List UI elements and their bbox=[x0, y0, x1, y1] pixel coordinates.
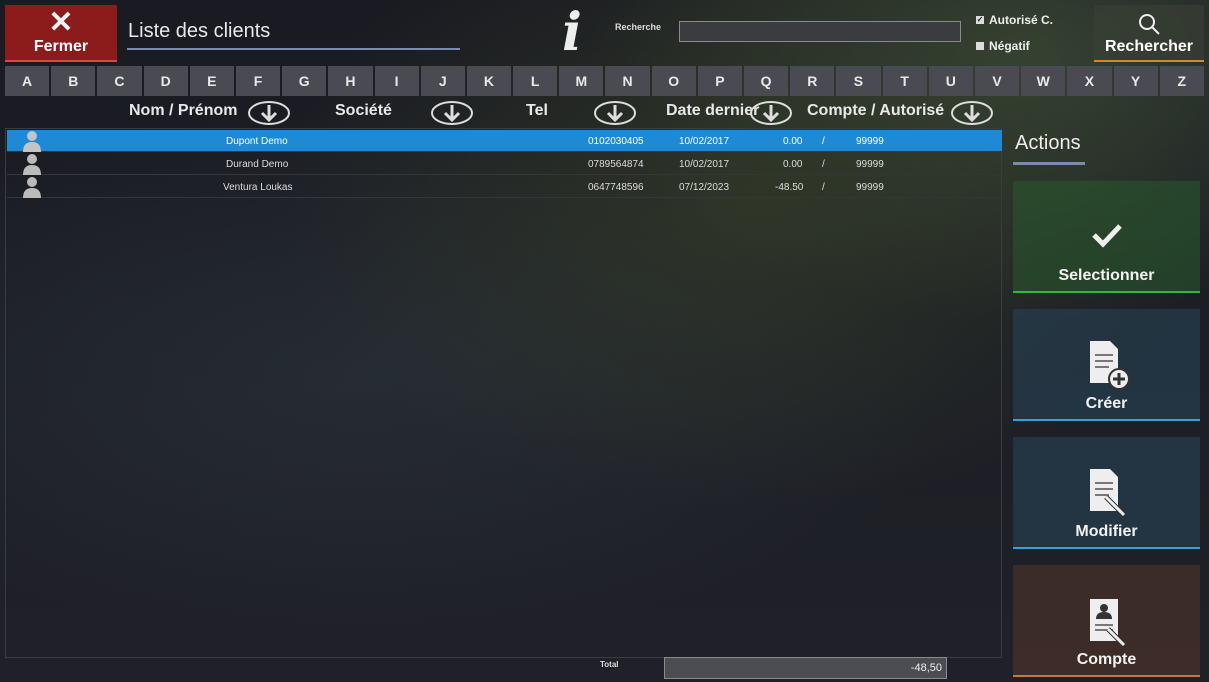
cell-balance: -48.50 bbox=[775, 182, 804, 193]
table-row[interactable]: Ventura Loukas 0647748596 07/12/2023 -48… bbox=[7, 176, 1002, 198]
letter-key-o[interactable]: O bbox=[651, 66, 696, 96]
cell-authorized: 99999 bbox=[856, 136, 884, 147]
sort-company-button[interactable] bbox=[430, 100, 474, 126]
cell-date: 07/12/2023 bbox=[679, 182, 730, 193]
letter-key-z[interactable]: Z bbox=[1159, 66, 1204, 96]
search-button-label: Rechercher bbox=[1104, 38, 1194, 55]
edit-document-icon bbox=[1089, 469, 1126, 517]
person-icon bbox=[23, 177, 41, 198]
info-icon[interactable]: i bbox=[558, 4, 586, 62]
column-date: Date dernier bbox=[666, 102, 760, 119]
account-label: Compte bbox=[1076, 651, 1137, 668]
sort-name-button[interactable] bbox=[247, 100, 291, 126]
search-icon bbox=[1139, 14, 1160, 35]
letter-key-q[interactable]: Q bbox=[744, 66, 789, 96]
cell-date: 10/02/2017 bbox=[679, 136, 730, 147]
new-document-icon bbox=[1089, 341, 1130, 390]
cell-balance: 0.00 bbox=[783, 136, 803, 147]
letter-key-l[interactable]: L bbox=[513, 66, 558, 96]
negatif-label: Négatif bbox=[989, 39, 1030, 53]
letter-key-m[interactable]: M bbox=[559, 66, 604, 96]
table-row[interactable]: Durand Demo 0789564874 10/02/2017 0.00 /… bbox=[7, 153, 1002, 175]
close-icon: ✕ bbox=[48, 5, 74, 39]
letter-key-a[interactable]: A bbox=[5, 66, 50, 96]
checkmark-icon bbox=[1091, 224, 1122, 248]
clients-table: Dupont Demo 0102030405 10/02/2017 0.00 /… bbox=[5, 128, 1002, 658]
close-button[interactable]: ✕ Fermer bbox=[5, 5, 117, 62]
letter-key-f[interactable]: F bbox=[235, 66, 281, 96]
create-label: Créer bbox=[1085, 395, 1128, 412]
actions-title: Actions bbox=[1015, 132, 1081, 154]
create-button[interactable]: Créer bbox=[1013, 309, 1200, 421]
cell-tel: 0647748596 bbox=[588, 182, 644, 193]
select-button[interactable]: Selectionner bbox=[1013, 181, 1200, 293]
total-field: -48,50 bbox=[664, 657, 947, 679]
letter-key-n[interactable]: N bbox=[605, 66, 650, 96]
checkbox-icon bbox=[976, 42, 984, 50]
cell-authorized: 99999 bbox=[856, 182, 884, 193]
letter-key-h[interactable]: H bbox=[328, 66, 373, 96]
sort-arrow-icon bbox=[431, 101, 473, 125]
cell-name: Durand Demo bbox=[226, 159, 289, 170]
autorise-label: Autorisé C. bbox=[989, 13, 1054, 27]
search-button[interactable]: Rechercher bbox=[1094, 5, 1204, 62]
letter-key-x[interactable]: X bbox=[1067, 66, 1112, 96]
letter-key-g[interactable]: G bbox=[282, 66, 327, 96]
negatif-checkbox[interactable]: Négatif bbox=[976, 39, 1030, 53]
column-tel: Tel bbox=[526, 102, 548, 119]
modify-button[interactable]: Modifier bbox=[1013, 437, 1200, 549]
sort-account-button[interactable] bbox=[950, 100, 994, 126]
select-label: Selectionner bbox=[1058, 267, 1155, 284]
cell-separator: / bbox=[822, 136, 825, 147]
letter-key-b[interactable]: B bbox=[51, 66, 96, 96]
account-document-icon bbox=[1089, 599, 1126, 647]
letter-key-s[interactable]: S bbox=[836, 66, 881, 96]
letter-key-e[interactable]: E bbox=[189, 66, 234, 96]
letter-key-i[interactable]: I bbox=[374, 66, 419, 96]
person-icon bbox=[23, 154, 41, 175]
column-company: Société bbox=[335, 102, 392, 119]
cell-tel: 0102030405 bbox=[588, 136, 644, 147]
cell-separator: / bbox=[822, 159, 825, 170]
sort-arrow-icon bbox=[248, 101, 290, 125]
cell-name: Dupont Demo bbox=[226, 136, 288, 147]
letter-key-k[interactable]: K bbox=[466, 66, 512, 96]
search-label: Recherche bbox=[615, 22, 662, 32]
cell-balance: 0.00 bbox=[783, 159, 803, 170]
alphabet-filter: ABCDEFGHIJKLMNOPQRSTUVWXYZ bbox=[5, 66, 1204, 96]
person-icon bbox=[23, 131, 41, 152]
actions-underline bbox=[1013, 162, 1085, 165]
cell-name: Ventura Loukas bbox=[223, 182, 293, 193]
sort-arrow-icon bbox=[750, 101, 792, 125]
sort-tel-button[interactable] bbox=[593, 100, 637, 126]
letter-key-v[interactable]: V bbox=[974, 66, 1020, 96]
cell-tel: 0789564874 bbox=[588, 159, 644, 170]
table-row[interactable]: Dupont Demo 0102030405 10/02/2017 0.00 /… bbox=[7, 130, 1002, 152]
column-account: Compte / Autorisé bbox=[807, 102, 945, 119]
cell-separator: / bbox=[822, 182, 825, 193]
letter-key-t[interactable]: T bbox=[882, 66, 927, 96]
letter-key-p[interactable]: P bbox=[697, 66, 742, 96]
sort-arrow-icon bbox=[594, 101, 636, 125]
letter-key-w[interactable]: W bbox=[1021, 66, 1066, 96]
sort-date-button[interactable] bbox=[749, 100, 793, 126]
close-label: Fermer bbox=[33, 37, 89, 55]
modify-label: Modifier bbox=[1075, 523, 1138, 540]
total-label: Total bbox=[600, 660, 619, 669]
letter-key-c[interactable]: C bbox=[97, 66, 142, 96]
sort-arrow-icon bbox=[951, 101, 993, 125]
letter-key-j[interactable]: J bbox=[420, 66, 465, 96]
column-name: Nom / Prénom bbox=[129, 102, 238, 119]
page-title: Liste des clients bbox=[127, 20, 460, 50]
letter-key-r[interactable]: R bbox=[790, 66, 835, 96]
letter-key-y[interactable]: Y bbox=[1113, 66, 1158, 96]
autorise-checkbox[interactable]: ✓ Autorisé C. bbox=[976, 13, 1053, 27]
search-input[interactable] bbox=[679, 21, 961, 42]
checkbox-checked-icon: ✓ bbox=[976, 15, 984, 24]
cell-authorized: 99999 bbox=[856, 159, 884, 170]
account-button[interactable]: Compte bbox=[1013, 565, 1200, 677]
letter-key-d[interactable]: D bbox=[143, 66, 188, 96]
cell-date: 10/02/2017 bbox=[679, 159, 730, 170]
letter-key-u[interactable]: U bbox=[928, 66, 973, 96]
